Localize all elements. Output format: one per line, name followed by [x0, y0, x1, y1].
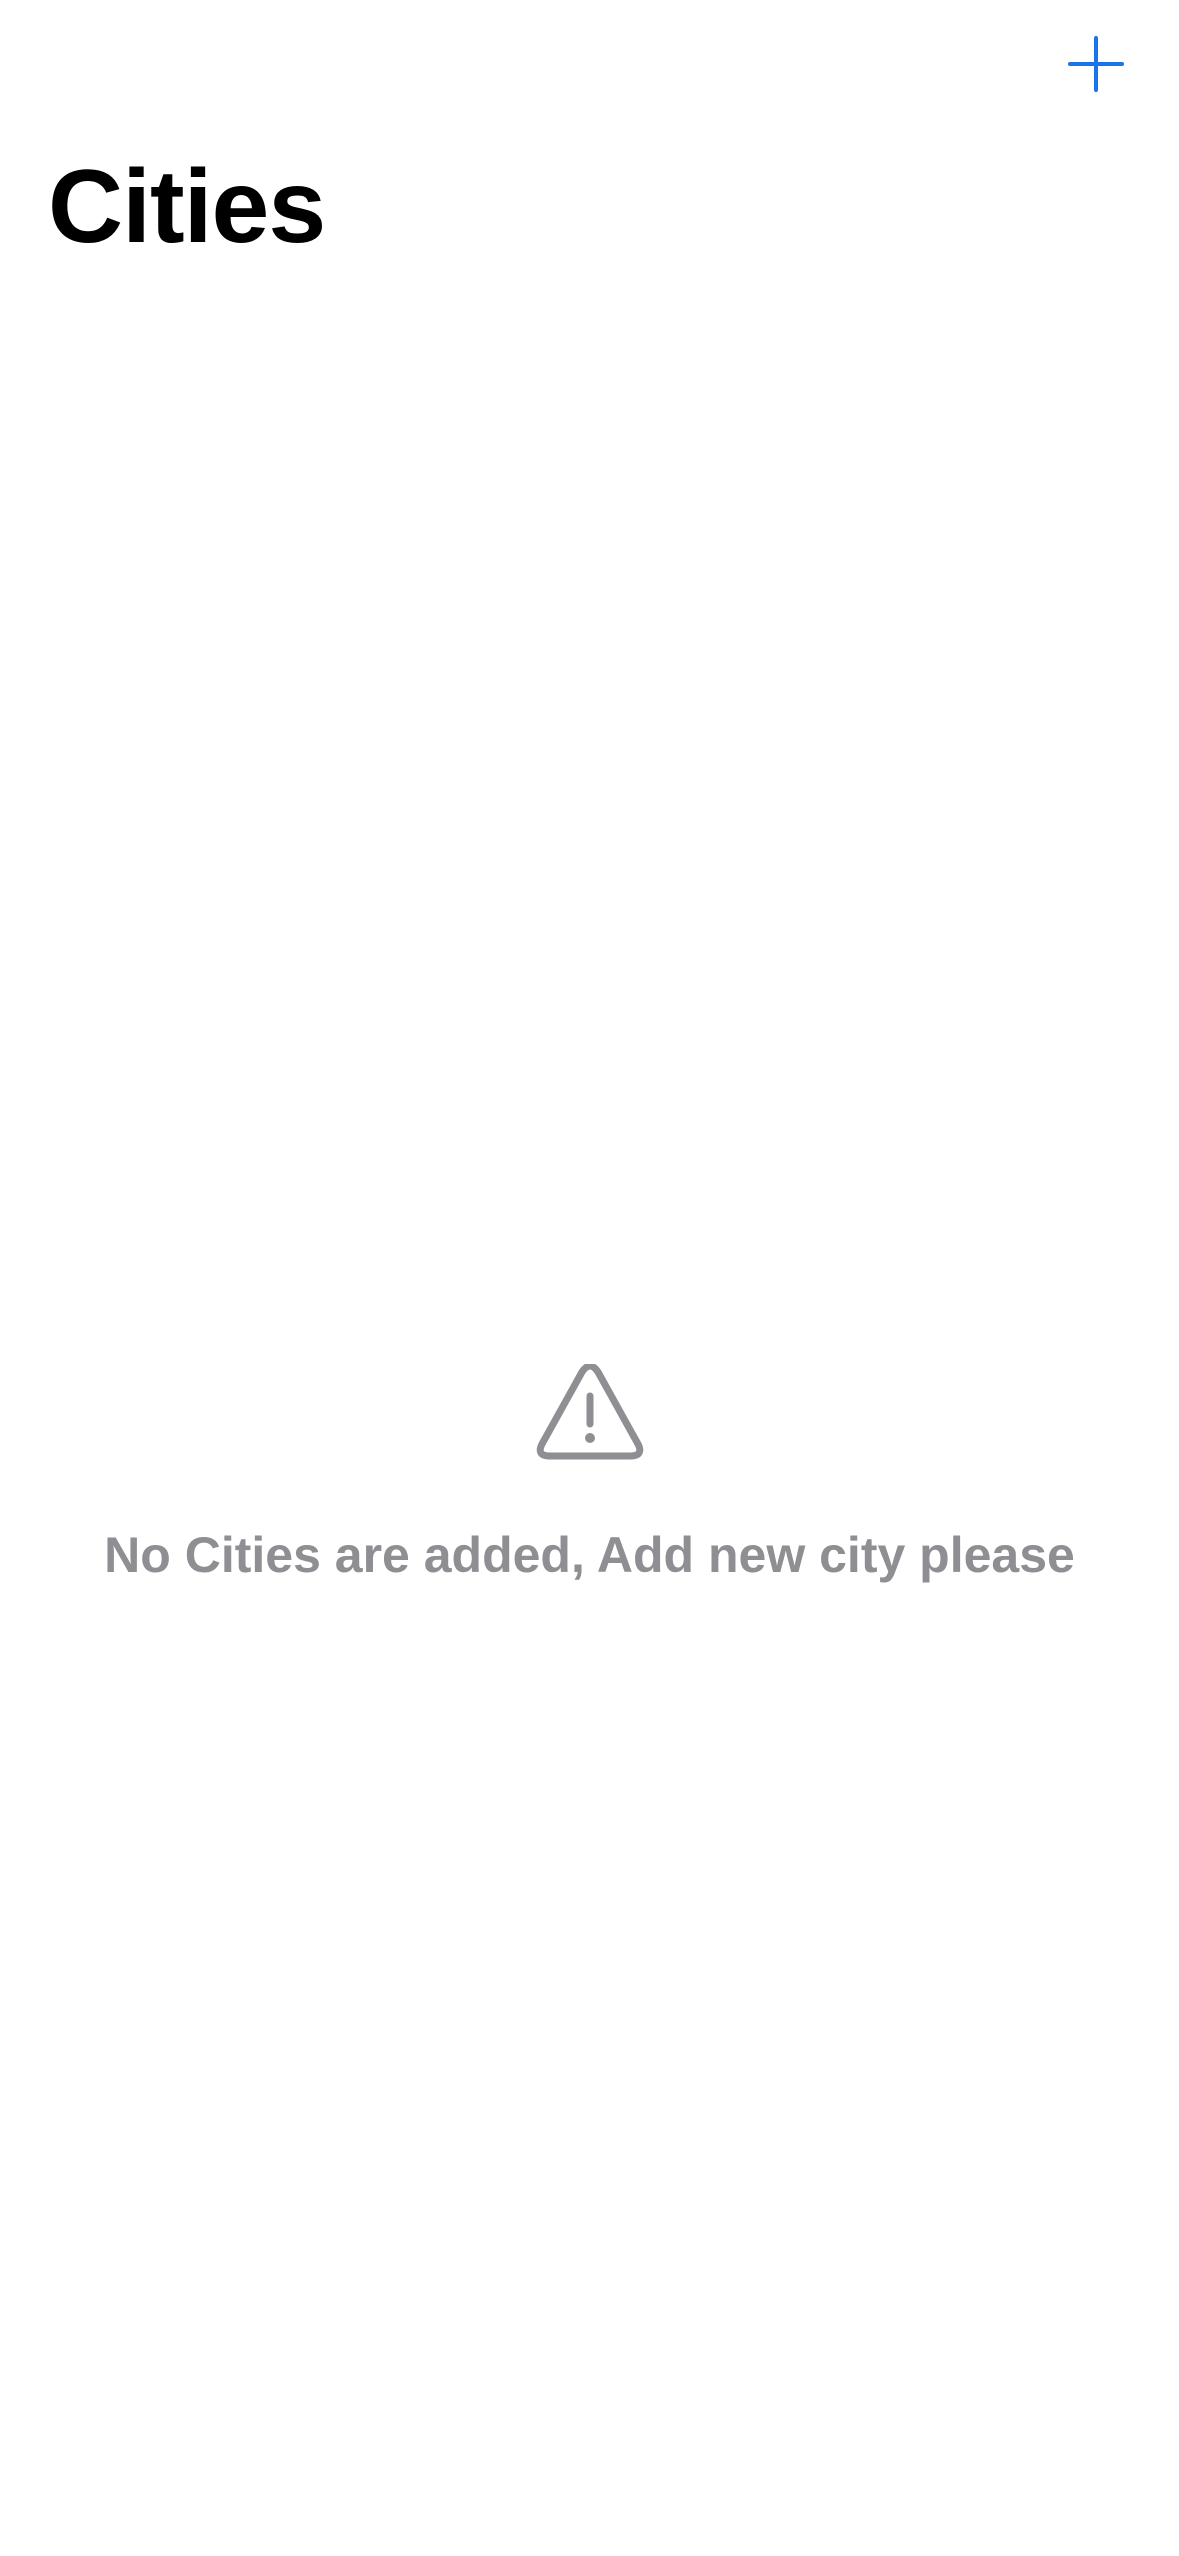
- empty-state: No Cities are added, Add new city please: [0, 1364, 1179, 1586]
- page-title: Cities: [48, 149, 326, 265]
- plus-icon: [1068, 36, 1124, 92]
- empty-state-message: No Cities are added, Add new city please: [104, 1527, 1075, 1583]
- add-city-button[interactable]: [1062, 30, 1130, 98]
- warning-triangle-icon: [536, 1364, 644, 1462]
